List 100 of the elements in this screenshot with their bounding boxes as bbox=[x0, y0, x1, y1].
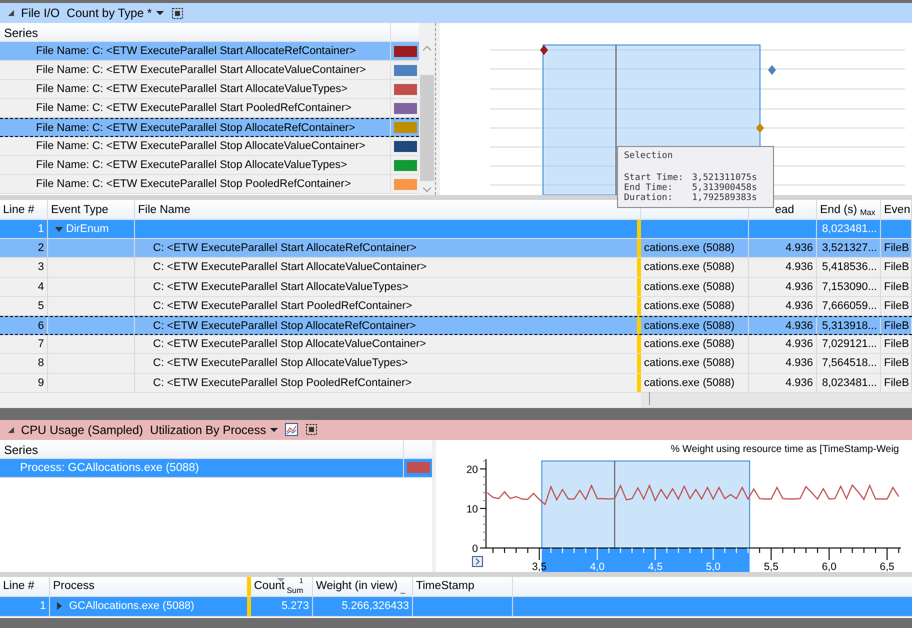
table-row[interactable]: 9 C: <ETW ExecuteParallel Stop PooledRefContainer> cations.exe (5088) 4.936 8,023481... FileB bbox=[0, 374, 912, 393]
scroll-thumb[interactable] bbox=[420, 75, 434, 181]
table-cell: 4.936 bbox=[749, 354, 817, 372]
table-row[interactable]: 5 C: <ETW ExecuteParallel Start PooledRefContainer> cations.exe (5088) 4.936 7,666059... FileB bbox=[0, 296, 912, 316]
table-cell: 5,313918... bbox=[817, 316, 881, 334]
expander-icon[interactable] bbox=[57, 602, 62, 610]
table-row[interactable]: 3 C: <ETW ExecuteParallel Start AllocateValueContainer> cations.exe (5088) 4.936 5,418536... FileB bbox=[0, 258, 912, 278]
table-cell: 4.936 bbox=[749, 316, 817, 334]
scrollbar[interactable] bbox=[641, 392, 912, 408]
column-header[interactable]: Even bbox=[881, 200, 912, 219]
table-cell: 4.936 bbox=[749, 335, 817, 354]
table-cell: cations.exe (5088) bbox=[641, 278, 749, 296]
tooltip-label: Duration: bbox=[624, 193, 674, 203]
table-cell: FileB bbox=[881, 354, 912, 372]
table-cell: 6 bbox=[0, 316, 48, 334]
aggregation-label: _ bbox=[400, 584, 406, 596]
tooltip-value: 5,313900458s bbox=[692, 183, 758, 193]
table-cell: 4.936 bbox=[749, 278, 817, 296]
sort-icon bbox=[277, 578, 285, 582]
table-cell: FileB bbox=[881, 258, 912, 277]
column-header[interactable]: TimeStamp bbox=[413, 576, 513, 596]
series-item[interactable]: File Name: C: <ETW ExecuteParallel Stop AllocateValueContainer> bbox=[0, 137, 419, 156]
aggregation-label: Sum bbox=[286, 586, 304, 596]
table-cell: 5.266,326433 bbox=[313, 596, 413, 616]
table-cell: 3 bbox=[0, 258, 48, 277]
table-cell: 3,521327... bbox=[817, 239, 881, 258]
table-cell: 4.936 bbox=[749, 374, 817, 392]
table-cell: 7,153090... bbox=[817, 278, 881, 296]
data-point-marker bbox=[540, 45, 548, 55]
table-cell: 2 bbox=[0, 239, 48, 258]
table-cell: cations.exe (5088) bbox=[641, 239, 749, 258]
table-cell: 4.936 bbox=[749, 239, 817, 258]
table-row[interactable]: 7 C: <ETW ExecuteParallel Stop AllocateValueContainer> cations.exe (5088) 4.936 7,029121... FileB bbox=[0, 335, 912, 354]
table-cell: FileB bbox=[881, 374, 912, 392]
axis-tick-label: 6,0 bbox=[822, 560, 836, 572]
axis-tick-label: 4,5 bbox=[648, 560, 663, 572]
table-cell: cations.exe (5088) bbox=[641, 354, 749, 372]
column-header[interactable]: Line # bbox=[0, 576, 50, 596]
expander-icon[interactable] bbox=[55, 226, 63, 232]
tooltip-value: 1,792589383s bbox=[692, 193, 758, 203]
table-cell: FileB bbox=[881, 335, 912, 354]
axis-tick-label: 5,5 bbox=[764, 560, 778, 572]
column-header[interactable]: End (s) Max bbox=[817, 200, 881, 219]
tooltip-title: Selection bbox=[624, 151, 674, 161]
table-cell: cations.exe (5088) bbox=[641, 296, 749, 315]
panel-title: CPU Usage (Sampled) bbox=[21, 422, 144, 437]
series-item[interactable]: File Name: C: <ETW ExecuteParallel Start AllocateValueContainer> bbox=[0, 61, 419, 80]
table-row[interactable]: 8 C: <ETW ExecuteParallel Stop AllocateValueTypes> cations.exe (5088) 4.936 7,564518... FileB bbox=[0, 354, 912, 374]
table-cell: 1 bbox=[0, 596, 50, 616]
table-cell: 4.936 bbox=[749, 296, 817, 315]
series-item[interactable]: File Name: C: <ETW ExecuteParallel Start AllocateValueTypes> bbox=[0, 80, 419, 99]
aggregation-label: Max bbox=[860, 208, 876, 219]
data-point-marker bbox=[756, 123, 764, 133]
table-cell: cations.exe (5088) bbox=[641, 258, 749, 277]
scroll-left-icon[interactable] bbox=[649, 392, 650, 405]
series-item[interactable]: File Name: C: <ETW ExecuteParallel Start AllocateRefContainer> bbox=[0, 42, 419, 61]
chart-icon[interactable] bbox=[285, 423, 298, 436]
table-cell: 4 bbox=[0, 278, 48, 296]
series-item[interactable]: File Name: C: <ETW ExecuteParallel Stop AllocateValueTypes> bbox=[0, 156, 419, 175]
fit-icon[interactable] bbox=[170, 6, 184, 20]
axis-tick-label: 5,0 bbox=[706, 560, 720, 572]
column-header[interactable]: Weight (in view) _ bbox=[313, 576, 413, 596]
table-row[interactable]: 6 C: <ETW ExecuteParallel Stop AllocateRefContainer> cations.exe (5088) 4.936 5,313918... FileB bbox=[0, 316, 912, 336]
column-header[interactable]: Line # bbox=[0, 200, 48, 219]
tooltip-label: End Time: bbox=[624, 183, 674, 193]
series-item[interactable]: File Name: C: <ETW ExecuteParallel Stop AllocateRefContainer> bbox=[0, 118, 419, 137]
series-item[interactable]: File Name: C: <ETW ExecuteParallel Stop PooledRefContainer> bbox=[0, 175, 419, 194]
table-cell: 7,029121... bbox=[817, 335, 881, 354]
table-cell: FileB bbox=[881, 239, 912, 258]
preset-dropdown[interactable]: Count by Type * bbox=[66, 6, 164, 20]
table-cell: 5.273 bbox=[251, 596, 313, 616]
table-cell: cations.exe (5088) bbox=[641, 335, 749, 354]
table-cell: 7,564518... bbox=[817, 354, 881, 372]
collapse-icon[interactable] bbox=[8, 10, 14, 16]
scrollbar[interactable] bbox=[419, 23, 436, 195]
table-cell: 5 bbox=[0, 296, 48, 315]
table-cell: FileB bbox=[881, 316, 912, 334]
tooltip-label: Start Time: bbox=[624, 173, 685, 183]
axis-tick-label: 0 bbox=[472, 542, 478, 555]
collapse-icon[interactable] bbox=[8, 426, 14, 433]
series-item[interactable]: File Name: C: <ETW ExecuteParallel Start PooledRefContainer> bbox=[0, 99, 419, 118]
fit-icon[interactable] bbox=[305, 423, 318, 436]
table-cell: FileB bbox=[881, 278, 912, 296]
axis-tick-label: 4,0 bbox=[590, 560, 605, 572]
table-cell: 8 bbox=[0, 354, 48, 372]
table-cell: cations.exe (5088) bbox=[641, 316, 749, 334]
table-cell: 7 bbox=[0, 335, 48, 354]
expand-icon[interactable] bbox=[472, 556, 483, 567]
caret-icon bbox=[270, 428, 278, 432]
table-cell: cations.exe (5088) bbox=[641, 374, 749, 392]
column-header[interactable]: Event Type bbox=[48, 200, 135, 219]
axis-tick-label: 10 bbox=[466, 503, 478, 516]
table-cell: 8,023481... bbox=[817, 220, 881, 238]
preset-dropdown[interactable]: Utilization By Process bbox=[150, 422, 278, 437]
table-row[interactable]: 4 C: <ETW ExecuteParallel Start AllocateValueTypes> cations.exe (5088) 4.936 7,153090... FileB bbox=[0, 278, 912, 297]
table-row[interactable]: 2 C: <ETW ExecuteParallel Start AllocateRefContainer> cations.exe (5088) 4.936 3,521327... FileB bbox=[0, 239, 912, 258]
caret-icon bbox=[156, 11, 164, 15]
table-cell: 8,023481... bbox=[817, 374, 881, 392]
tooltip-value: 3,521311075s bbox=[692, 173, 758, 183]
table-cell: 4.936 bbox=[749, 258, 817, 277]
